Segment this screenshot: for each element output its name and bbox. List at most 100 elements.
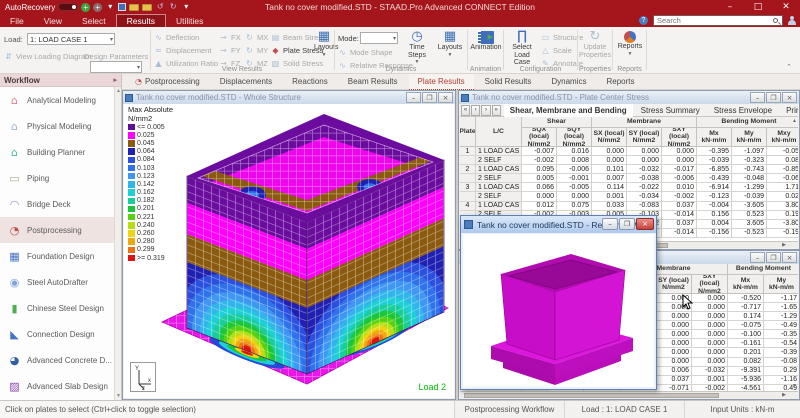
workflow-item-chinese-steel-design[interactable]: ▮Chinese Steel Design [0, 295, 114, 321]
menu-view[interactable]: View [34, 14, 72, 27]
fx-button[interactable]: →FX [219, 32, 241, 43]
dynamics-layouts-button[interactable]: ▦ Layouts ▼ [434, 30, 466, 58]
time-steps-button[interactable]: ◷ Time Steps ▼ [401, 30, 433, 65]
column-header[interactable]: MykN-m/m [732, 128, 767, 147]
column-header[interactable]: MxkN-m/m [728, 275, 764, 294]
table-scroll-up-icon[interactable]: ▲ [792, 118, 797, 124]
workflow-item-steel-autodrafter[interactable]: ◉Steel AutoDrafter [0, 269, 114, 295]
column-header[interactable]: MxykN-m/m [767, 128, 798, 147]
column-header[interactable]: SQY (local)N/mm2 [557, 128, 592, 147]
close-icon[interactable]: × [438, 92, 453, 103]
menu-results[interactable]: Results [116, 14, 166, 27]
table-row[interactable]: 11 LOAD CAS-0.0070.0160.0000.0000.000-0.… [460, 147, 798, 156]
column-header[interactable]: Membrane [592, 117, 697, 128]
tab-displacements[interactable]: Displacements [211, 74, 281, 90]
column-header[interactable]: SY (local)N/mm2 [656, 275, 692, 294]
status-load[interactable]: Load : 1: LOAD CASE 1 [565, 401, 685, 418]
close-button[interactable]: ✕ [772, 0, 800, 14]
maximize-button[interactable]: □ [744, 0, 772, 14]
restore-button[interactable]: ❐ [422, 92, 437, 103]
new-file-icon[interactable]: + [81, 3, 90, 12]
close-button[interactable]: × [636, 218, 654, 230]
last-sheet-button[interactable]: » [492, 105, 501, 116]
column-header[interactable]: Shear [522, 117, 592, 128]
column-header[interactable]: SXY (local)N/mm2 [692, 275, 728, 294]
table-row[interactable]: 2 SELF0.005-0.0010.007-0.038-0.006-0.439… [460, 174, 798, 183]
autorecovery-toggle[interactable] [58, 3, 78, 11]
prev-sheet-button[interactable]: ‹ [471, 105, 480, 116]
minimize-button[interactable]: – [750, 252, 765, 263]
restore-button[interactable]: ❐ [766, 92, 781, 103]
table-row[interactable]: 21 LOAD CAS0.095-0.0060.101-0.032-0.017-… [460, 165, 798, 174]
column-header[interactable]: SQX (local)N/mm2 [522, 128, 557, 147]
redo-icon[interactable]: ↻ [168, 2, 178, 12]
minimize-button[interactable]: – [716, 0, 744, 14]
status-units[interactable]: Input Units : kN-m [685, 401, 800, 418]
sheet-tab-principal-and-von-mis[interactable]: Principal and Von Mis [780, 104, 798, 117]
stress-window-titlebar[interactable]: Tank no cover modified.STD - Plate Cente… [459, 91, 799, 104]
workflow-item-piping[interactable]: ▭Piping [0, 165, 114, 191]
scroll-right-icon[interactable]: ▶ [780, 242, 788, 249]
my-button[interactable]: ↻MY [245, 45, 268, 56]
column-header[interactable]: MxkN-m/m [697, 128, 732, 147]
pin-icon[interactable]: ▸ [113, 76, 117, 84]
scroll-right-icon[interactable]: ▶ [780, 392, 788, 399]
table-row[interactable]: 31 LOAD CAS0.066-0.0050.114-0.0220.010-6… [460, 183, 798, 192]
workflow-item-analytical-modeling[interactable]: ⌂Analytical Modeling [0, 87, 114, 113]
column-header[interactable]: Plate [460, 117, 476, 147]
tab-dynamics[interactable]: Dynamics [542, 74, 595, 90]
tab-beam-results[interactable]: Beam Results [339, 74, 407, 90]
help-icon[interactable]: ? [639, 16, 648, 25]
displacement-button[interactable]: ≈Displacement [154, 45, 218, 56]
column-header[interactable]: SX (local)N/mm2 [592, 128, 627, 147]
workflow-item-physical-modeling[interactable]: ⌂Physical Modeling [0, 113, 114, 139]
workflow-item-connection-design[interactable]: ◣Connection Design [0, 321, 114, 347]
ribbon-collapse-icon[interactable]: ⌃ [786, 63, 792, 71]
column-header[interactable]: SY (local)N/mm2 [627, 128, 662, 147]
column-header[interactable]: SXY (local)N/mm2 [662, 128, 697, 147]
quick-access-dropdown-icon[interactable]: ▾ [105, 2, 115, 12]
search-input[interactable] [654, 16, 773, 25]
scroll-down-icon[interactable]: ▼ [116, 393, 121, 399]
tab-plate-results[interactable]: Plate Results [409, 74, 474, 90]
tab-postprocessing[interactable]: ◔Postprocessing [126, 74, 209, 90]
close-icon[interactable]: × [782, 92, 797, 103]
table-row[interactable]: 2 SELF-0.0020.0080.0000.0000.000-0.039-0… [460, 156, 798, 165]
undo-icon[interactable]: ↺ [155, 2, 165, 12]
add-icon[interactable]: + [93, 3, 102, 12]
next-sheet-button[interactable]: › [481, 105, 490, 116]
column-header[interactable]: Bending Moment [728, 264, 798, 275]
column-header[interactable]: L/C [476, 117, 522, 147]
tab-reports[interactable]: Reports [597, 74, 643, 90]
toolbar-dropdown-icon[interactable]: ▾ [181, 2, 191, 12]
save-icon[interactable] [118, 3, 126, 11]
workflow-scrollbar[interactable]: ▲ ▼ [114, 87, 121, 400]
rendered-view-canvas[interactable] [463, 234, 654, 387]
mode-select[interactable]: ▾ [360, 32, 398, 44]
sheet-tab-shear-membrane-and-bending[interactable]: Shear, Membrane and Bending [504, 104, 633, 117]
deflection-button[interactable]: ∿Deflection [154, 32, 218, 43]
menu-utilities[interactable]: Utilities [166, 14, 213, 27]
update-properties-button[interactable]: ↻ Update Properties [579, 30, 611, 59]
fy-button[interactable]: →FY [219, 45, 241, 56]
stress-table-2-hscrollbar[interactable]: ▶ [460, 391, 798, 398]
sheet-tab-stress-envelope[interactable]: Stress Envelope [708, 104, 778, 117]
menu-file[interactable]: File [0, 14, 34, 27]
minimize-button[interactable]: – [750, 92, 765, 103]
animation-button[interactable]: Animation [470, 31, 502, 52]
column-header[interactable]: Bending Moment [697, 117, 798, 128]
design-parameters-select[interactable]: ▾ [90, 61, 142, 73]
reports-button[interactable]: Reports ▼ [614, 31, 646, 57]
minimize-button[interactable]: – [602, 218, 618, 230]
table-row[interactable]: 2 SELF0.0000.0000.001-0.034-0.002-0.123-… [460, 192, 798, 201]
table-row[interactable]: 41 LOAD CAS0.0120.0750.033-0.0830.037-0.… [460, 202, 798, 211]
structure-window-titlebar[interactable]: Tank no cover modified.STD - Whole Struc… [123, 91, 455, 104]
view-loading-diagram-button[interactable]: ⇵ View Loading Diagram [4, 51, 91, 62]
close-icon[interactable]: × [782, 252, 797, 263]
select-load-case-button[interactable]: ∏ Select Load Case [506, 30, 538, 67]
workflow-item-foundation-design[interactable]: ▦Foundation Design [0, 243, 114, 269]
tab-reactions[interactable]: Reactions [283, 74, 337, 90]
workflow-item-advanced-slab-design[interactable]: ▨Advanced Slab Design [0, 373, 114, 399]
workflow-item-postprocessing[interactable]: ◔Postprocessing [0, 217, 114, 243]
restore-button[interactable]: ❐ [619, 218, 635, 230]
